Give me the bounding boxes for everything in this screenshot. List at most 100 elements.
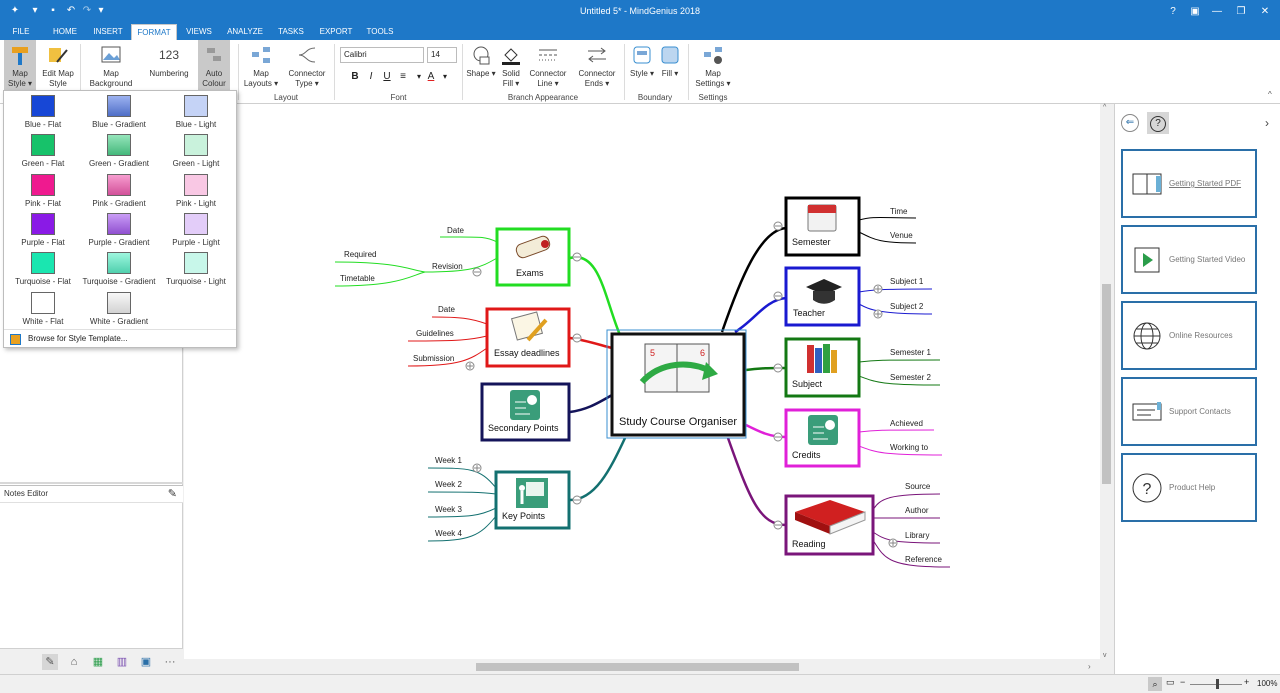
sub-subject-2[interactable]: Subject 2	[890, 302, 924, 311]
tab-export[interactable]: EXPORT	[314, 24, 358, 40]
scroll-down-icon[interactable]: v	[1103, 652, 1107, 659]
back-icon[interactable]: ⇐	[1121, 114, 1139, 132]
sub-achieved[interactable]: Achieved	[890, 419, 923, 428]
qat-more-icon[interactable]: ▾	[94, 4, 108, 18]
sub-source[interactable]: Source	[905, 482, 931, 491]
sub-submission[interactable]: Submission	[413, 354, 454, 363]
solid-fill-button[interactable]: Solid Fill ▾	[498, 40, 524, 98]
tab-tasks[interactable]: TASKS	[272, 24, 310, 40]
style-option[interactable]: Pink - Light	[157, 173, 235, 211]
italic-button[interactable]: I	[364, 70, 378, 84]
style-option[interactable]: White - Flat	[4, 291, 82, 329]
library-icon[interactable]: ▥	[114, 654, 130, 670]
connector-type-button[interactable]: Connector Type ▾	[284, 40, 330, 98]
style-option[interactable]: Turquoise - Flat	[4, 251, 82, 289]
connector-line-button[interactable]: Connector Line ▾	[526, 40, 570, 98]
card-getting-started-video[interactable]: Getting Started Video	[1121, 225, 1257, 294]
sub-venue[interactable]: Venue	[890, 231, 913, 240]
style-option[interactable]: Green - Flat	[4, 133, 82, 171]
font-color-dropdown-icon[interactable]: ▾	[438, 70, 452, 84]
notes-pen-icon[interactable]: ✎	[42, 654, 58, 670]
undo-icon[interactable]: ↶	[64, 4, 78, 18]
boundary-fill-button[interactable]: Fill ▾	[658, 40, 682, 98]
bold-button[interactable]: B	[348, 70, 362, 84]
boundary-style-button[interactable]: Style ▾	[628, 40, 656, 98]
help-icon[interactable]: ?	[1162, 3, 1184, 21]
sub-subject-1[interactable]: Subject 1	[890, 277, 924, 286]
style-option[interactable]: Pink - Flat	[4, 173, 82, 211]
save-icon[interactable]: ▪	[46, 4, 60, 18]
home-icon[interactable]: ⌂	[66, 654, 82, 670]
zoom-slider-thumb[interactable]	[1216, 679, 1219, 689]
view-toggle-icon[interactable]: ▭	[1166, 677, 1175, 688]
sub-library[interactable]: Library	[905, 531, 929, 540]
sub-semester-1[interactable]: Semester 1	[890, 348, 931, 357]
style-option[interactable]: Blue - Gradient	[80, 94, 158, 132]
style-option[interactable]: Turquoise - Gradient	[80, 251, 158, 289]
style-option[interactable]: Pink - Gradient	[80, 173, 158, 211]
scroll-up-icon[interactable]: ^	[1103, 104, 1106, 111]
sub-author[interactable]: Author	[905, 506, 929, 515]
zoom-out-button[interactable]: −	[1180, 677, 1185, 687]
card-online-resources[interactable]: Online Resources	[1121, 301, 1257, 370]
minimize-button[interactable]: —	[1206, 3, 1228, 21]
zoom-fit-icon[interactable]: ⌕	[1148, 677, 1162, 691]
vertical-scroll-thumb[interactable]	[1102, 284, 1111, 484]
style-option[interactable]: Green - Light	[157, 133, 235, 171]
font-name-select[interactable]: Calibri	[340, 47, 424, 63]
sub-week-2[interactable]: Week 2	[435, 480, 463, 489]
more-icon[interactable]: ···	[162, 654, 178, 670]
scroll-right-icon[interactable]: ›	[1088, 662, 1091, 671]
sub-week-4[interactable]: Week 4	[435, 529, 463, 538]
style-option[interactable]: Blue - Flat	[4, 94, 82, 132]
style-option[interactable]: Purple - Flat	[4, 212, 82, 250]
card-product-help[interactable]: ? Product Help	[1121, 453, 1257, 522]
pane-splitter[interactable]	[0, 482, 183, 484]
sub-week-3[interactable]: Week 3	[435, 505, 463, 514]
sub-timetable[interactable]: Timetable	[340, 274, 375, 283]
tab-views[interactable]: VIEWS	[180, 24, 218, 40]
sub-time[interactable]: Time	[890, 207, 908, 216]
sub-semester-2[interactable]: Semester 2	[890, 373, 931, 382]
sub-working-to[interactable]: Working to	[890, 443, 929, 452]
underline-button[interactable]: U	[380, 70, 394, 84]
style-option[interactable]: Purple - Light	[157, 212, 235, 250]
browse-style-template[interactable]: Browse for Style Template...	[4, 329, 236, 347]
sub-revision[interactable]: Revision	[432, 262, 463, 271]
horizontal-scrollbar[interactable]: ›	[184, 660, 1100, 674]
mind-map[interactable]: 56 Study Course Organiser Exams Date Rev…	[184, 104, 1100, 659]
map-canvas[interactable]: 56 Study Course Organiser Exams Date Rev…	[184, 104, 1100, 659]
redo-icon[interactable]: ↷	[80, 4, 94, 18]
font-size-select[interactable]: 14	[427, 47, 457, 63]
tab-format[interactable]: FORMAT	[131, 24, 177, 40]
sub-required[interactable]: Required	[344, 250, 376, 259]
style-option[interactable]: Green - Gradient	[80, 133, 158, 171]
sub-reference[interactable]: Reference	[905, 555, 942, 564]
map-layouts-button[interactable]: Map Layouts ▾	[242, 40, 280, 98]
sub-date[interactable]: Date	[438, 305, 455, 314]
style-option[interactable]: White - Gradient	[80, 291, 158, 329]
sub-guidelines[interactable]: Guidelines	[416, 329, 454, 338]
font-color-button[interactable]: A	[424, 70, 438, 84]
vertical-scrollbar[interactable]: ^ v	[1100, 104, 1113, 664]
shape-button[interactable]: Shape ▾	[466, 40, 496, 98]
help-pane-tab[interactable]: ?	[1147, 112, 1169, 134]
sub-week-1[interactable]: Week 1	[435, 456, 463, 465]
categories-icon[interactable]: ▦	[90, 654, 106, 670]
horizontal-scroll-thumb[interactable]	[476, 663, 799, 671]
ribbon-display-icon[interactable]: ▣	[1184, 3, 1206, 21]
tab-tools[interactable]: TOOLS	[362, 24, 398, 40]
qat-customize-icon[interactable]: ▾	[28, 4, 42, 18]
style-option[interactable]: Blue - Light	[157, 94, 235, 132]
close-button[interactable]: ✕	[1254, 3, 1276, 21]
align-icon[interactable]: ≡	[396, 70, 410, 84]
image-icon[interactable]: ▣	[138, 654, 154, 670]
pen-icon[interactable]: ✎	[168, 486, 177, 502]
tab-insert[interactable]: INSERT	[88, 24, 128, 40]
collapse-ribbon-icon[interactable]: ^	[1268, 90, 1272, 99]
card-getting-started-pdf[interactable]: Getting Started PDF	[1121, 149, 1257, 218]
zoom-in-button[interactable]: +	[1244, 677, 1249, 687]
maximize-button[interactable]: ❐	[1230, 3, 1252, 21]
tab-file[interactable]: FILE	[6, 24, 36, 40]
map-settings-button[interactable]: Map Settings ▾	[692, 40, 734, 98]
